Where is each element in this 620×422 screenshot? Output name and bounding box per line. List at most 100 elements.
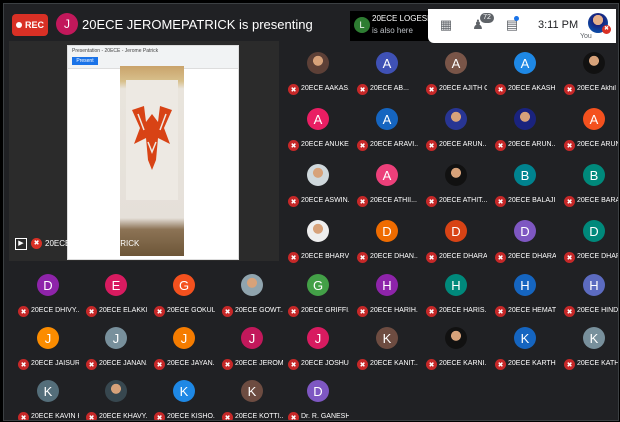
participant-avatar: D xyxy=(445,220,467,242)
participant-tile[interactable]: H ✖ 20ECE HARIS... xyxy=(422,266,488,322)
participant-name: 20ECE ARAVI... xyxy=(370,141,418,148)
participant-tile[interactable]: ✖ 20ECE ARUN... xyxy=(491,100,557,156)
grid-layout-icon[interactable]: ▦ xyxy=(438,17,454,33)
mic-off-icon: ✖ xyxy=(495,196,506,207)
mic-off-icon: ✖ xyxy=(564,140,575,151)
mic-off-icon: ✖ xyxy=(222,306,233,317)
participant-avatar: A xyxy=(514,52,536,74)
participant-name: 20ECE JAYAN... xyxy=(167,360,215,367)
participant-tile[interactable]: K ✖20ECE KATHI... xyxy=(560,319,618,375)
participant-tile[interactable]: K ✖ 20ECE KANIT... xyxy=(353,319,419,375)
mic-off-icon: ✖ xyxy=(357,359,368,370)
chat-unread-dot xyxy=(514,16,519,21)
participant-tile[interactable]: D ✖ 20ECE DHAN... xyxy=(353,212,419,268)
participant-avatar: A xyxy=(376,52,398,74)
participant-tile[interactable]: ✖ 20ECE KHAVY... xyxy=(82,372,148,420)
presentation-tile[interactable]: Presentation - 20ECE - Jerome Patrick Pr… xyxy=(9,41,279,261)
participant-name: 20ECE ELAKKI... xyxy=(99,307,147,314)
participant-tile[interactable]: J ✖20ECE JOSHU... xyxy=(284,319,350,375)
participant-tile[interactable]: H ✖20ECE HINDU... xyxy=(560,266,619,322)
participant-avatar: G xyxy=(307,274,329,296)
mic-off-icon: ✖ xyxy=(426,140,437,151)
participant-photo xyxy=(445,164,467,186)
participant-avatar: A xyxy=(376,164,398,186)
mic-off-icon: ✖ xyxy=(495,84,506,95)
mic-off-icon: ✖ xyxy=(288,196,299,207)
participant-tile[interactable]: A ✖20ECE ARUNA... xyxy=(560,100,618,156)
mic-off-icon: ✖ xyxy=(288,306,299,317)
participant-tile[interactable]: A ✖ 20ECE ATHII... xyxy=(353,156,419,212)
participant-avatar: G xyxy=(173,274,195,296)
participant-tile[interactable]: K ✖ 20ECE KAVIN K. xyxy=(14,372,80,420)
participant-avatar: D xyxy=(37,274,59,296)
also-here-tile[interactable]: L 20ECE LOGESH... is also here xyxy=(350,11,440,41)
participant-tile[interactable]: ✖ 20ECE BHARV... xyxy=(284,212,350,268)
participant-tile[interactable]: B ✖ 20ECE BALAJI... xyxy=(491,156,557,212)
participant-name: Dr. R. GANESH... xyxy=(301,413,349,420)
self-label: You xyxy=(580,33,592,40)
mic-off-icon: ✖ xyxy=(426,359,437,370)
participant-name: 20ECE AAKAS... xyxy=(301,85,349,92)
participant-tile[interactable]: D ✖ 20ECE DHIVY... xyxy=(14,266,80,322)
participant-tile[interactable]: ✖ 20ECE KARNI... xyxy=(422,319,488,375)
participant-tile[interactable]: ✖ 20ECE ASWIN... xyxy=(284,156,350,212)
participant-photo xyxy=(307,164,329,186)
participant-tile[interactable]: B ✖20ECE BARAT... xyxy=(560,156,619,212)
participant-name: 20ECE GOKUL... xyxy=(167,307,215,314)
participant-tile[interactable]: ✖ 20ECE ARUN... xyxy=(422,100,488,156)
participant-tile[interactable]: J ✖ 20ECE JAYAN... xyxy=(150,319,216,375)
participant-name: 20ECE JOSHU... xyxy=(301,360,349,367)
participant-avatar: J xyxy=(307,327,329,349)
presentation-label: 20ECE JEROMEPATRICK xyxy=(45,239,140,248)
mic-off-icon: ✖ xyxy=(495,140,506,151)
participant-tile[interactable]: ✖ 20ECE GOWT... xyxy=(218,266,284,322)
participant-photo xyxy=(514,108,536,130)
participant-tile[interactable]: D ✖20ECE DHARA... xyxy=(560,212,618,268)
participant-tile[interactable]: ✖ 20ECE ATHIT... xyxy=(422,156,488,212)
participant-tile[interactable]: K ✖ 20ECE KOTTI... xyxy=(218,372,284,420)
shared-photo xyxy=(120,66,184,256)
top-toolbar: ▦ ♟ 72 ▤ 3:11 PM ✖ You xyxy=(428,9,616,43)
participant-name: 20ECE AJITH G. xyxy=(439,85,487,92)
participant-tile[interactable]: A ✖ 20ECE ARAVI... xyxy=(353,100,419,156)
participant-tile[interactable]: ✖ 20ECE AAKAS... xyxy=(284,44,350,100)
participant-tile[interactable]: A ✖ 20ECE AJITH G. xyxy=(422,44,488,100)
participant-avatar: D xyxy=(514,220,536,242)
mic-off-icon: ✖ xyxy=(357,196,368,207)
participant-tile[interactable]: D ✖Dr. R. GANESH... xyxy=(284,372,350,420)
participant-avatar: A xyxy=(307,108,329,130)
participant-avatar: B xyxy=(583,164,605,186)
participant-name: 20ECE JAISUR... xyxy=(31,360,79,367)
participant-tile[interactable]: J ✖20ECE JAISUR... xyxy=(14,319,80,375)
participant-avatar: D xyxy=(583,220,605,242)
mic-off-icon: ✖ xyxy=(288,359,299,370)
participant-tile[interactable]: A ✖ 20ECE AKASH... xyxy=(491,44,557,100)
participant-tile[interactable]: G ✖20ECE GOKUL... xyxy=(150,266,216,322)
participant-tile[interactable]: G ✖ 20ECE GRIFFI... xyxy=(284,266,350,322)
mic-off-icon: ✖ xyxy=(18,412,29,420)
participant-tile[interactable]: H ✖ 20ECE HARIH... xyxy=(353,266,419,322)
participant-tile[interactable]: J ✖20ECE JEROM... xyxy=(218,319,284,375)
mic-off-icon: ✖ xyxy=(357,84,368,95)
recording-label: REC xyxy=(24,20,44,30)
meet-window: REC J 20ECE JEROMEPATRICK is presenting … xyxy=(3,3,619,421)
participant-tile[interactable]: H ✖ 20ECE HEMAT... xyxy=(491,266,557,322)
participant-tile[interactable]: ✖ 20ECE Akhil xyxy=(560,44,618,100)
mic-off-icon: ✖ xyxy=(86,412,97,420)
mic-off-icon: ✖ xyxy=(564,252,575,263)
participant-tile[interactable]: J ✖ 20ECE JANAN... xyxy=(82,319,148,375)
participant-tile[interactable]: A ✖ 20ECE AB... xyxy=(353,44,419,100)
participant-name: 20ECE BARAT... xyxy=(577,197,619,204)
mic-off-icon: ✖ xyxy=(222,412,233,420)
participant-name: 20ECE HINDU... xyxy=(577,307,619,314)
participant-avatar: K xyxy=(37,380,59,402)
participant-tile[interactable]: K ✖ 20ECE KISHO... xyxy=(150,372,216,420)
participant-tile[interactable]: D ✖20ECE DHARA... xyxy=(491,212,557,268)
participant-tile[interactable]: K ✖20ECE KARTH... xyxy=(491,319,557,375)
participant-name: 20ECE ASWIN... xyxy=(301,197,349,204)
participant-tile[interactable]: E ✖20ECE ELAKKI... xyxy=(82,266,148,322)
mic-off-icon: ✖ xyxy=(288,140,299,151)
participant-tile[interactable]: A ✖20ECE ANUKE... xyxy=(284,100,350,156)
participant-tile[interactable]: D ✖20ECE DHARA... xyxy=(422,212,488,268)
mic-off-icon: ✖ xyxy=(154,359,165,370)
